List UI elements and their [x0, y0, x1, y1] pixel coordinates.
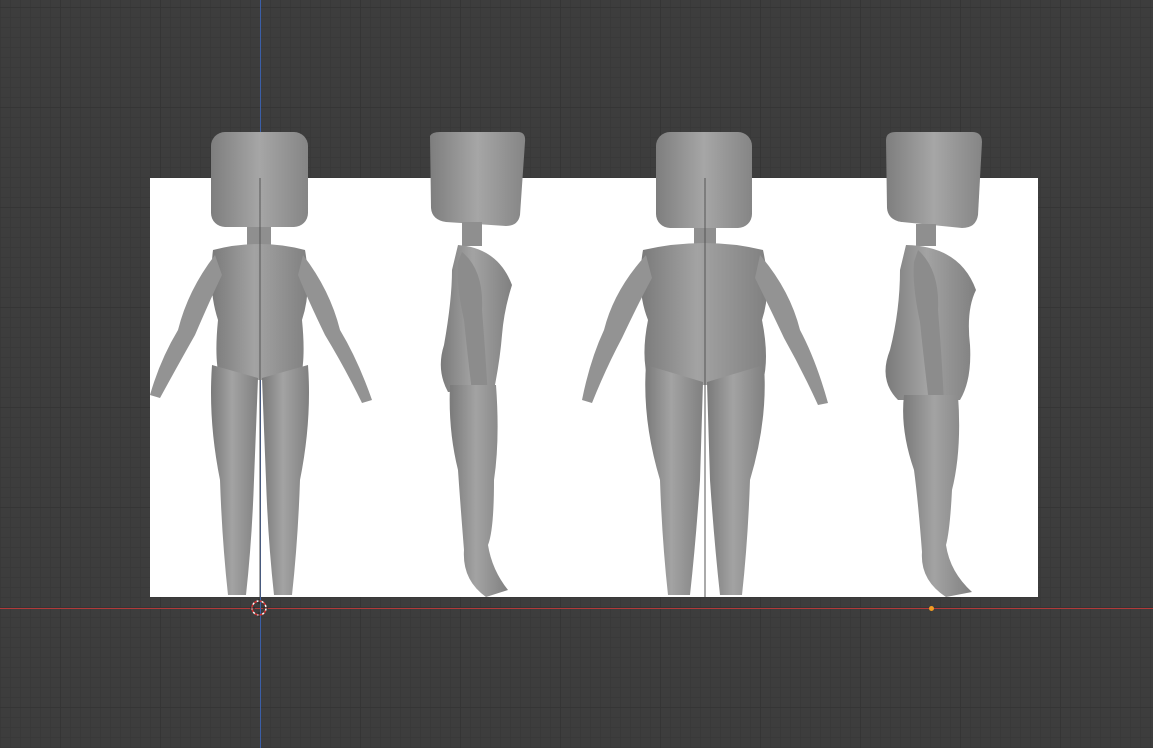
leg: [449, 385, 508, 597]
head-block: [430, 132, 526, 226]
right-arm: [298, 255, 372, 403]
torso: [640, 243, 768, 385]
head-block: [656, 132, 752, 228]
model-side-view[interactable]: [430, 132, 526, 597]
left-arm: [582, 255, 652, 403]
leg: [903, 395, 972, 597]
left-arm: [150, 255, 222, 398]
right-leg: [262, 365, 309, 595]
model-front-view[interactable]: [150, 132, 372, 597]
left-leg: [211, 365, 258, 595]
left-leg: [645, 365, 703, 595]
right-arm: [755, 255, 828, 405]
character-models[interactable]: [0, 0, 1153, 748]
3d-cursor-icon[interactable]: [250, 599, 268, 617]
object-origin-icon[interactable]: [929, 606, 934, 611]
3d-viewport[interactable]: [0, 0, 1153, 748]
head-block: [886, 132, 982, 228]
model-side-view-wide[interactable]: [885, 132, 983, 597]
right-leg: [707, 365, 765, 595]
model-front-view-wide[interactable]: [582, 132, 828, 597]
